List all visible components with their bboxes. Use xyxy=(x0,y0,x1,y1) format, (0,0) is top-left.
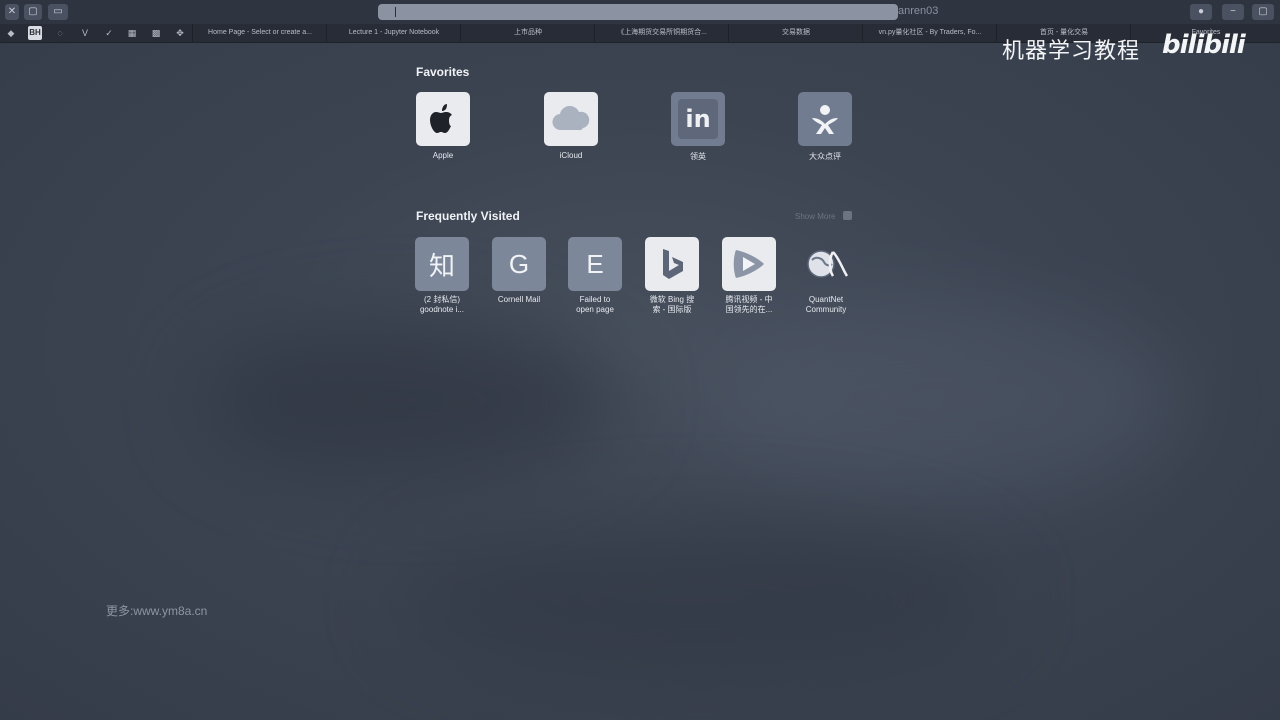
address-bar[interactable] xyxy=(378,4,898,20)
tab[interactable]: vn.py量化社区 - By Traders, Fo... xyxy=(862,24,997,42)
text-caret xyxy=(395,7,396,17)
check-icon: ✓ xyxy=(105,28,113,38)
bilibili-logo: bilibili xyxy=(1162,30,1246,60)
browser-toolbar: ✕ ▢ ▭ anren03 ● − ▢ xyxy=(0,0,1280,24)
favorite-label: 大众点评 xyxy=(809,152,841,161)
tab[interactable]: 《上海期货交易所铜期货合... xyxy=(594,24,729,42)
favorites-title: Favorites xyxy=(416,65,470,79)
background-shade xyxy=(400,520,1000,680)
pinned-tab[interactable]: ◌ xyxy=(53,26,67,40)
pinned-tab[interactable]: BH xyxy=(28,26,42,40)
bing-icon xyxy=(645,237,699,291)
close-window-button[interactable]: ✕ xyxy=(5,4,19,20)
qr-icon: ▩ xyxy=(151,28,161,38)
favorite-label: 领英 xyxy=(690,152,706,161)
pinned-tab[interactable]: ◆ xyxy=(4,26,18,40)
address-tail-text: anren03 xyxy=(898,5,939,17)
pinned-tab[interactable]: V xyxy=(78,26,92,40)
pinned-tab[interactable]: ▦ xyxy=(125,26,139,40)
tab[interactable]: Home Page - Select or create a... xyxy=(192,24,327,42)
site-tile: G xyxy=(492,237,546,291)
background-shade xyxy=(700,300,1180,500)
show-more-icon[interactable] xyxy=(843,211,852,220)
favorite-apple[interactable]: Apple xyxy=(403,92,483,160)
site-label: (2 封私信) goodnote i... xyxy=(419,295,465,314)
shield-icon: ◆ xyxy=(7,28,15,38)
watermark-text: 机器学习教程 xyxy=(1002,39,1141,64)
favorite-linkedin[interactable]: in 领英 xyxy=(658,92,738,162)
tab[interactable]: Lecture 1 - Jupyter Notebook xyxy=(326,24,461,42)
linkedin-icon: in xyxy=(671,92,725,146)
new-tab-icon: ▢ xyxy=(1258,6,1268,17)
frequent-site-quantnet[interactable]: QuantNet Community xyxy=(788,237,864,315)
bh-icon: BH xyxy=(29,28,41,37)
frequent-site-failed[interactable]: E Failed to open page xyxy=(557,237,633,315)
footer-watermark: 更多:www.ym8a.cn xyxy=(106,604,208,618)
share-icon: − xyxy=(1230,6,1236,17)
site-label: QuantNet Community xyxy=(805,295,847,314)
grammarly-icon: ◌ xyxy=(57,28,63,38)
frequent-site-bing[interactable]: 微软 Bing 搜 索 - 国际版 xyxy=(634,237,710,315)
v-icon: V xyxy=(81,28,88,38)
pinned-tab[interactable]: ▩ xyxy=(149,26,163,40)
pinned-tab[interactable]: ✥ xyxy=(173,26,187,40)
site-label: Failed to open page xyxy=(576,295,614,314)
frequent-site-cornell[interactable]: G Cornell Mail xyxy=(481,237,557,305)
sidebar-button[interactable]: ▭ xyxy=(48,4,68,20)
favorite-icloud[interactable]: iCloud xyxy=(531,92,611,160)
favorite-label: iCloud xyxy=(559,151,583,160)
tab[interactable]: 交易数据 xyxy=(728,24,863,42)
pinned-tab[interactable]: ✓ xyxy=(102,26,116,40)
tab[interactable]: 上市品种 xyxy=(460,24,595,42)
share-button[interactable]: − xyxy=(1222,4,1244,20)
site-label: 微软 Bing 搜 索 - 国际版 xyxy=(649,295,695,314)
show-more-link[interactable]: Show More xyxy=(795,212,835,221)
site-tile: 知 xyxy=(415,237,469,291)
background-shade xyxy=(200,320,620,480)
site-tile: E xyxy=(568,237,622,291)
site-label: 腾讯视频 - 中 国领先的在... xyxy=(725,295,773,314)
history-button[interactable]: ▢ xyxy=(24,4,42,20)
frequent-site-tencent-video[interactable]: 腾讯视频 - 中 国领先的在... xyxy=(711,237,787,315)
sidebar-icon: ▭ xyxy=(53,6,63,17)
new-tab-button[interactable]: ▢ xyxy=(1252,4,1274,20)
site-label: Cornell Mail xyxy=(497,295,541,304)
frequently-visited-title: Frequently Visited xyxy=(416,209,520,223)
tencent-video-icon xyxy=(722,237,776,291)
favorite-dianping[interactable]: 大众点评 xyxy=(785,92,865,162)
dianping-icon xyxy=(798,92,852,146)
quantnet-icon xyxy=(799,237,853,291)
downloads-icon: ● xyxy=(1197,6,1205,17)
puzzle-icon: ✥ xyxy=(176,28,184,38)
frequent-site-zhihu[interactable]: 知 (2 封私信) goodnote i... xyxy=(404,237,480,315)
favorite-label: Apple xyxy=(432,151,454,160)
apple-icon xyxy=(416,92,470,146)
downloads-button[interactable]: ● xyxy=(1190,4,1212,20)
grid-icon: ▦ xyxy=(127,28,137,38)
cloud-icon xyxy=(544,92,598,146)
